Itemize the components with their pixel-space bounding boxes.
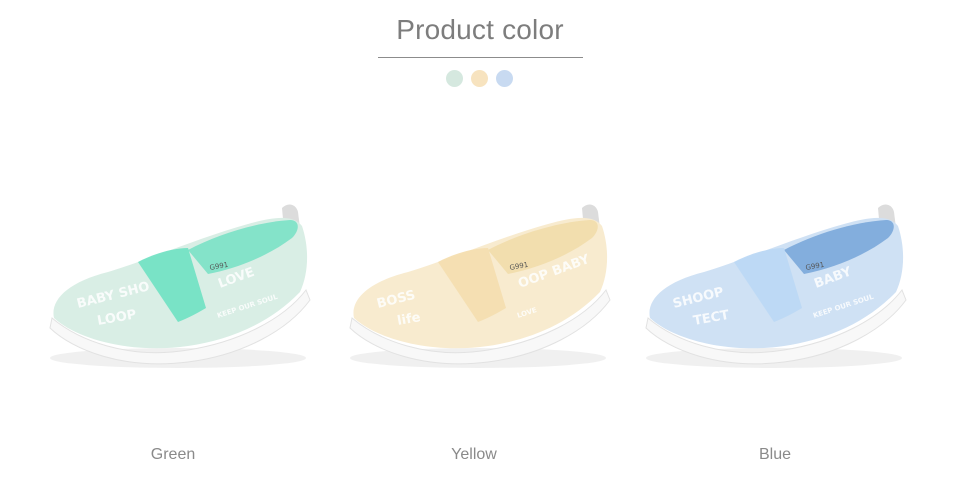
product-label-blue: Blue	[758, 446, 792, 463]
color-swatch-blue[interactable]	[496, 70, 513, 87]
shoe-image-yellow: G991BOSSOOP BABYlife LOVE	[349, 204, 611, 368]
color-swatch-yellow[interactable]	[471, 70, 488, 87]
product-blue[interactable]: G991 SHOOP BABY TECT KEEP OUR SOUL	[634, 190, 914, 390]
header: Product color	[0, 0, 960, 100]
color-swatches	[446, 70, 516, 88]
product-green[interactable]: G991 BABY SHO LOVE LOOP KEEP OUR SOUL	[38, 190, 318, 390]
shoe-image-blue: G991SHOOPBABYTECT KEEP OUR SOUL	[645, 204, 907, 368]
product-yellow[interactable]: G991 BOSS OOP BABY life LOVE	[338, 190, 618, 390]
title-underline	[378, 57, 583, 58]
product-label-yellow: Yellow	[451, 446, 497, 463]
color-swatch-green[interactable]	[446, 70, 463, 87]
product-label-green: Green	[150, 446, 196, 463]
shoe-image-green: G991BABY SHOLOVELOOP KEEP OUR SOUL	[49, 204, 311, 368]
page-title: Product color	[396, 14, 564, 45]
